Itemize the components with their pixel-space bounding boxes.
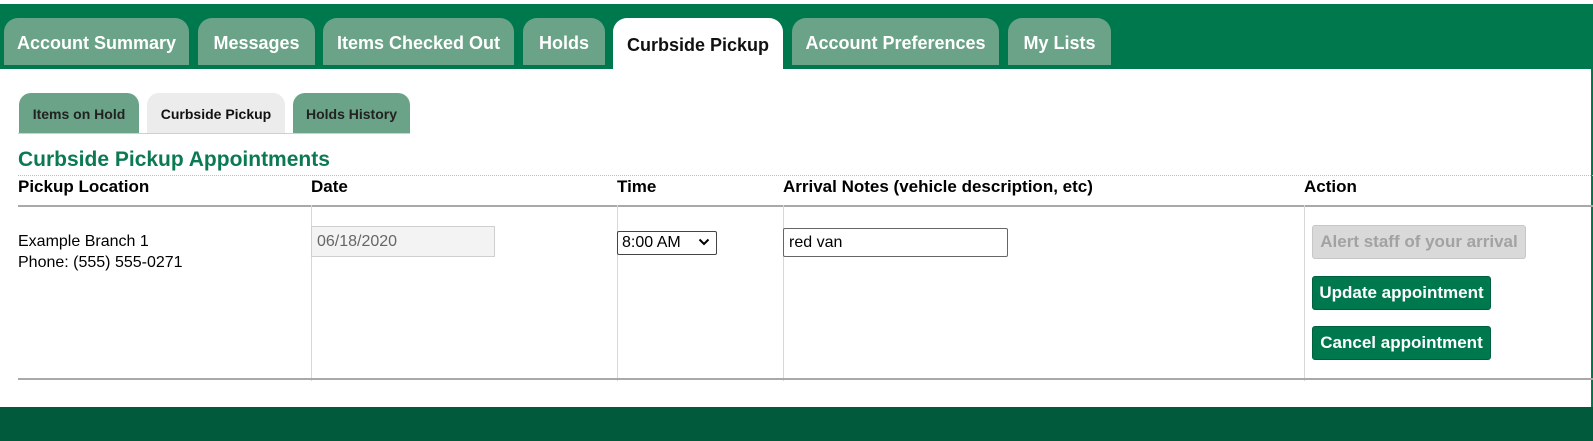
- tab-my-lists[interactable]: My Lists: [1008, 18, 1111, 65]
- date-field[interactable]: [311, 226, 495, 257]
- tab-curbside-pickup[interactable]: Curbside Pickup: [613, 18, 783, 69]
- column-header-date: Date: [311, 177, 348, 196]
- table-header-rule: [18, 205, 1593, 207]
- column-header-notes: Arrival Notes (vehicle description, etc): [783, 177, 1093, 196]
- table-bottom-rule: [18, 378, 1593, 380]
- pickup-location-name: Example Branch 1: [18, 233, 149, 250]
- tab-items-checked-out[interactable]: Items Checked Out: [323, 18, 514, 65]
- tab-holds[interactable]: Holds: [523, 18, 605, 65]
- subtab-holds-history[interactable]: Holds History: [293, 93, 410, 134]
- chevron-down-icon: [698, 234, 710, 253]
- column-header-time: Time: [617, 177, 657, 196]
- column-divider: [1304, 205, 1305, 381]
- tab-account-preferences[interactable]: Account Preferences: [792, 18, 999, 65]
- subtab-items-on-hold[interactable]: Items on Hold: [19, 93, 139, 134]
- time-select[interactable]: 8:00 AM: [617, 231, 717, 255]
- heading-divider: [18, 175, 1593, 176]
- page-title: Curbside Pickup Appointments: [18, 148, 330, 171]
- tab-account-summary[interactable]: Account Summary: [4, 18, 189, 65]
- pickup-location-phone: Phone: (555) 555-0271: [18, 254, 183, 271]
- update-appointment-button[interactable]: Update appointment: [1312, 276, 1491, 310]
- column-header-action: Action: [1304, 177, 1357, 196]
- page-footer: [0, 407, 1593, 441]
- time-select-value: 8:00 AM: [622, 234, 681, 251]
- subtab-curbside-pickup[interactable]: Curbside Pickup: [147, 93, 285, 134]
- column-header-location: Pickup Location: [18, 177, 150, 196]
- tab-messages[interactable]: Messages: [198, 18, 315, 65]
- arrival-notes-input[interactable]: [783, 228, 1008, 257]
- alert-staff-button[interactable]: Alert staff of your arrival: [1312, 225, 1526, 259]
- subtab-divider: [18, 133, 410, 134]
- cancel-appointment-button[interactable]: Cancel appointment: [1312, 326, 1491, 360]
